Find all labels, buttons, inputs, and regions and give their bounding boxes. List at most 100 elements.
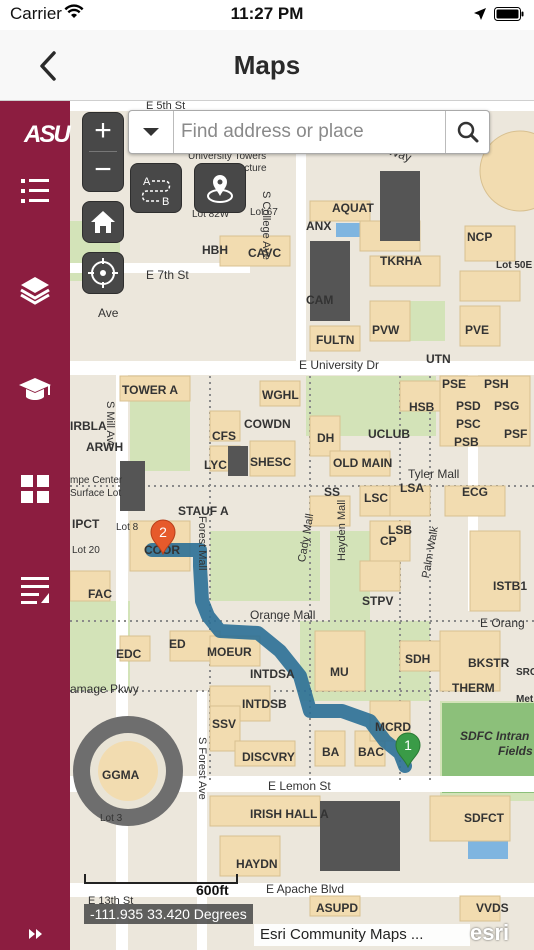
zoom-out-button[interactable]: −	[83, 152, 123, 190]
directions-button[interactable]: AB	[130, 163, 182, 213]
sidebar-campus-button[interactable]	[15, 369, 55, 409]
map-label: TOWER A	[122, 383, 178, 397]
map-label: EDC	[116, 647, 142, 661]
marker-number: 2	[159, 524, 167, 540]
map-view[interactable]: E 5th St University Towers Structure Lot…	[70, 101, 534, 950]
my-location-button[interactable]	[82, 252, 124, 294]
battery-icon	[494, 6, 524, 26]
map-label: E 7th St	[146, 268, 189, 282]
scale-label: 600ft	[196, 882, 229, 898]
home-button[interactable]	[82, 201, 124, 243]
attribution-text[interactable]: Esri Community Maps ...	[254, 924, 470, 946]
map-label: INTDSA	[250, 667, 295, 681]
map-label: ANX	[306, 219, 332, 233]
marker-number: 1	[404, 737, 412, 753]
map-label: SHESC	[250, 455, 292, 469]
a-to-b-directions-icon: AB	[141, 176, 171, 208]
map-label: Ave	[98, 306, 119, 320]
map-pin-location-icon	[207, 175, 233, 203]
svg-text:B: B	[162, 196, 169, 208]
map-label: SS	[324, 485, 341, 499]
map-label: IRBLA	[70, 419, 107, 433]
map-label: NCP	[467, 230, 493, 244]
map-label: HAYDN	[236, 857, 278, 871]
map-label: S Mill Ave	[104, 401, 116, 450]
map-label: MU	[330, 665, 349, 679]
origin-marker[interactable]: 1	[394, 732, 422, 769]
map-label: INTDSB	[242, 697, 287, 711]
map-label: ASUPD	[316, 901, 359, 915]
sidebar-directions-list-button[interactable]	[15, 171, 55, 211]
zoom-control: + −	[82, 112, 124, 192]
map-label: FULTN	[316, 333, 355, 347]
map-label: Fields	[498, 744, 533, 758]
expand-sidebar-icon[interactable]	[28, 927, 44, 943]
map-label: HBH	[202, 243, 228, 257]
map-label: PSF	[504, 427, 528, 441]
map-label: BAC	[358, 745, 384, 759]
map-label: amage Pkwy	[70, 682, 139, 696]
map-label: CP	[380, 534, 397, 548]
map-label: Palm Walk	[420, 525, 441, 580]
map-label: LSC	[364, 491, 388, 505]
sidebar-legend-button[interactable]	[15, 569, 55, 609]
search-button[interactable]	[445, 111, 490, 153]
crosshair-icon	[88, 258, 118, 288]
map-label: ECG	[462, 485, 489, 499]
map-labels: E 5th St University Towers Structure Lot…	[70, 101, 534, 950]
sidebar-grid-button[interactable]	[15, 469, 55, 509]
search-icon	[457, 121, 479, 143]
asu-logo: ASU	[24, 121, 71, 148]
nav-bar: Maps	[0, 30, 534, 101]
map-label: SRC	[516, 667, 534, 678]
home-icon	[91, 211, 115, 233]
map-label: BA	[322, 745, 340, 759]
list-icon	[21, 179, 49, 203]
locate-pin-button[interactable]	[194, 163, 246, 213]
map-label: Forest Mall	[196, 516, 208, 571]
map-label: AQUAT	[332, 201, 374, 215]
map-label: E Orang	[480, 616, 525, 630]
map-label: SDH	[405, 652, 431, 666]
zoom-in-button[interactable]: +	[83, 113, 123, 151]
map-label: PSG	[494, 399, 520, 413]
search-source-dropdown[interactable]	[129, 111, 174, 153]
map-label: Met	[516, 694, 534, 705]
svg-text:A: A	[143, 176, 151, 188]
map-label: E University Dr	[299, 358, 380, 372]
sidebar-layers-button[interactable]	[15, 269, 55, 309]
map-label: WGHL	[262, 388, 299, 402]
search-input[interactable]	[179, 117, 433, 147]
map-label: PSC	[456, 417, 481, 431]
map-label: E Apache Blvd	[266, 882, 345, 896]
map-label: Lot 3	[100, 813, 123, 824]
map-label: HSB	[409, 400, 435, 414]
map-label: E Lemon St	[268, 779, 331, 793]
map-label: Lot 20	[72, 545, 100, 556]
map-label: LSA	[400, 481, 424, 495]
map-label: LYC	[204, 458, 227, 472]
map-label: DH	[317, 431, 335, 445]
map-label: Cady Mall	[296, 512, 317, 564]
map-label: ISTB1	[493, 579, 528, 593]
map-label: Surface Lot	[70, 488, 122, 499]
map-label: COWDN	[244, 417, 291, 431]
graduation-cap-icon	[19, 378, 51, 400]
map-label: PSE	[442, 377, 467, 391]
map-label: DISCVRY	[242, 750, 295, 764]
map-label: UTN	[426, 352, 451, 366]
map-label: Lot 50E	[496, 260, 533, 271]
map-label: UCLUB	[368, 427, 410, 441]
map-label: FAC	[88, 587, 112, 601]
map-label: THERM	[452, 681, 495, 695]
destination-marker[interactable]: 2	[149, 519, 177, 556]
layers-icon	[20, 277, 50, 305]
map-label: IPCT	[72, 517, 100, 531]
map-label: SDFCT	[464, 811, 504, 825]
map-label: Hayden Mall	[336, 499, 348, 561]
map-label: PSB	[454, 435, 479, 449]
map-label: SDFC Intran	[460, 729, 530, 743]
grid-icon	[21, 475, 49, 503]
map-label: Lot 8	[116, 522, 139, 533]
map-label: PSH	[484, 377, 509, 391]
